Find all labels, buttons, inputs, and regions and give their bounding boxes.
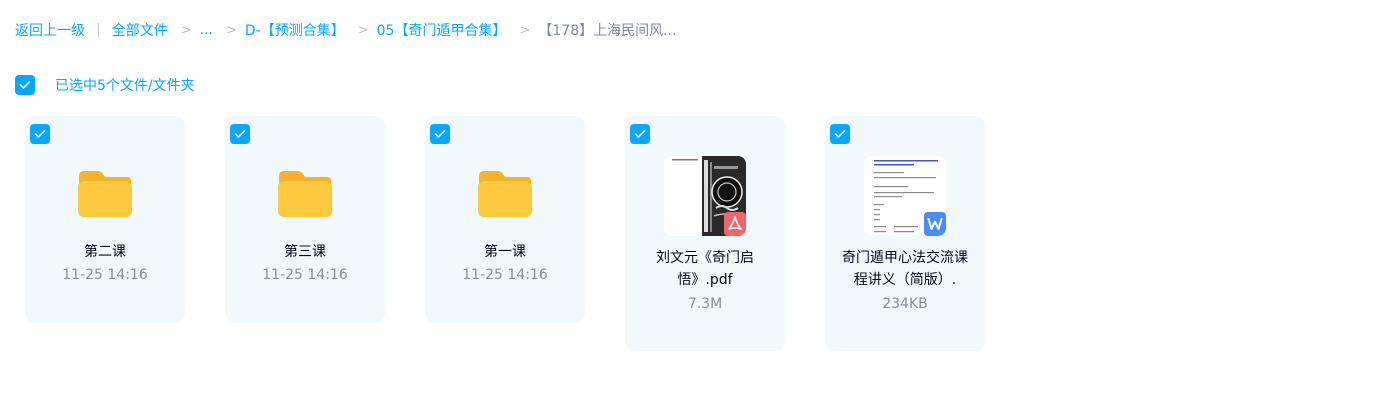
breadcrumb-separator: > [180,22,192,38]
file-tile-word[interactable]: 奇门遁甲心法交流课程讲义（简版）. 234KB [825,116,985,351]
tile-checkbox[interactable] [230,124,250,144]
breadcrumb-level2[interactable]: 05【奇门遁甲合集】 [377,20,507,40]
pdf-icon [724,212,746,236]
selection-count-label: 已选中5个文件/文件夹 [55,78,195,94]
breadcrumb-separator: > [519,22,531,38]
folder-icon [78,171,132,217]
select-all-checkbox[interactable] [15,75,35,95]
tile-checkbox[interactable] [630,124,650,144]
file-name: 第一课 [484,244,526,260]
folder-icon [478,171,532,217]
file-tile-folder[interactable]: 第一课 11-25 14:16 [425,116,585,323]
file-name: 刘文元《奇门启悟》.pdf [656,250,754,288]
checkmark-icon [234,130,246,138]
file-browser: 返回上一级 | 全部文件 > ... > D-【预测合集】 > 05【奇门遁甲合… [0,0,1389,408]
folder-icon [278,171,332,217]
checkmark-icon [19,81,31,89]
checkmark-icon [634,130,646,138]
breadcrumb-current: 【178】上海民间风... [538,23,677,39]
select-all-row: 已选中5个文件/文件夹 [15,75,195,95]
tile-checkbox[interactable] [830,124,850,144]
breadcrumb-separator: > [357,22,369,38]
file-name: 第二课 [84,244,126,260]
pdf-thumbnail [664,156,746,236]
breadcrumb-all-files[interactable]: 全部文件 [112,20,168,40]
breadcrumb-separator: > [225,22,237,38]
word-doc-icon [924,212,946,236]
tile-checkbox[interactable] [430,124,450,144]
checkmark-icon [434,130,446,138]
file-modified-time: 11-25 14:16 [62,267,148,283]
breadcrumb-level1[interactable]: D-【预测合集】 [245,20,345,40]
file-modified-time: 11-25 14:16 [262,267,348,283]
file-size: 234KB [882,296,928,312]
back-link[interactable]: 返回上一级 [15,20,85,40]
file-tile-folder[interactable]: 第二课 11-25 14:16 [25,116,185,323]
file-name: 奇门遁甲心法交流课程讲义（简版）. [842,250,968,288]
file-size: 7.3M [687,296,723,312]
breadcrumb: 返回上一级 | 全部文件 > ... > D-【预测合集】 > 05【奇门遁甲合… [15,19,676,41]
breadcrumb-divider: | [96,22,101,38]
checkmark-icon [34,130,46,138]
file-name: 第三课 [284,244,326,260]
file-tile-pdf[interactable]: 刘文元《奇门启悟》.pdf 7.3M [625,116,785,351]
breadcrumb-ellipsis[interactable]: ... [200,22,213,38]
checkmark-icon [834,130,846,138]
file-modified-time: 11-25 14:16 [462,267,548,283]
file-tile-folder[interactable]: 第三课 11-25 14:16 [225,116,385,323]
tile-checkbox[interactable] [30,124,50,144]
word-thumbnail [864,156,946,236]
